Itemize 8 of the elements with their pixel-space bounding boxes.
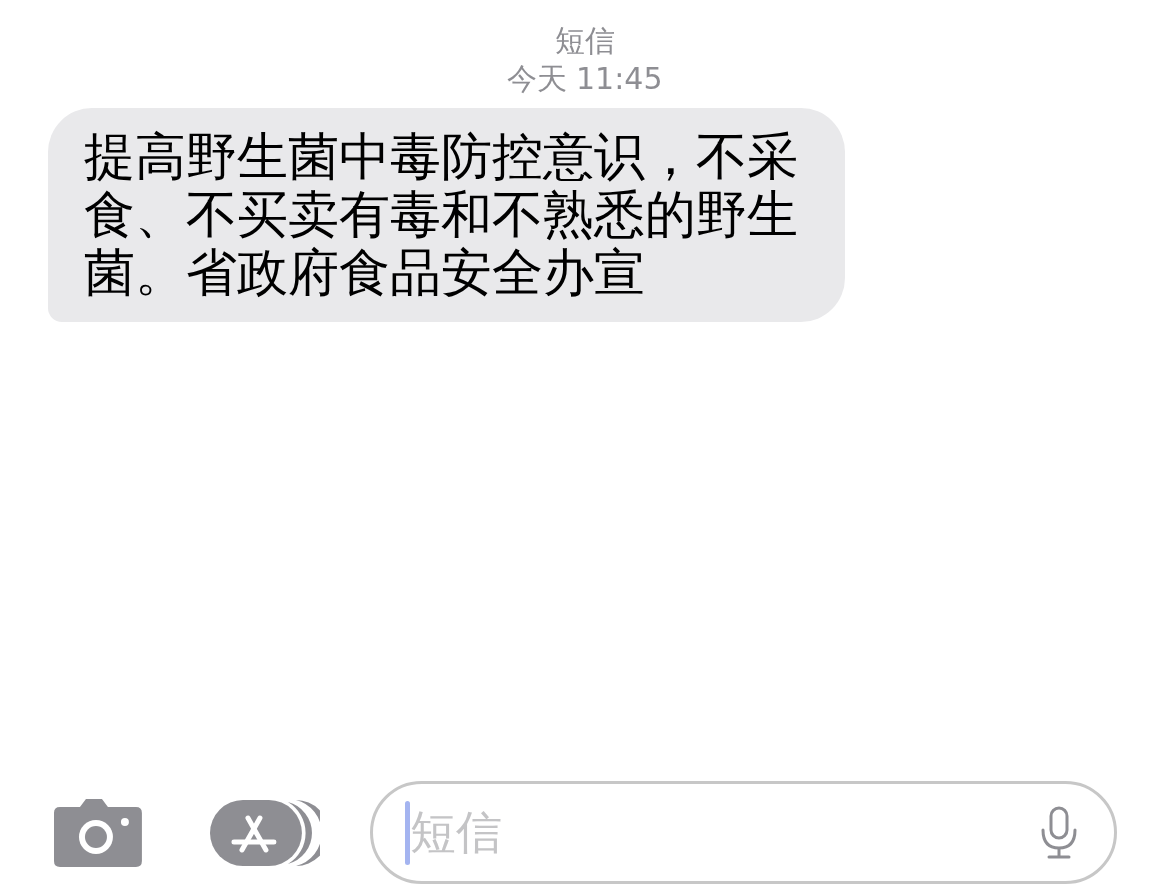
text-cursor [404, 800, 410, 865]
microphone-icon[interactable] [1040, 805, 1078, 860]
camera-icon[interactable] [52, 796, 144, 869]
message-timestamp: 今天 11:45 [506, 60, 663, 98]
message-input[interactable]: 短信 [409, 798, 1040, 867]
conversation-title: 短信 [554, 22, 615, 60]
message-bubble: 提高野生菌中毒防控意识，不采食、不买卖有毒和不熟悉的野生菌。省政府食品安全办宣 [48, 108, 845, 322]
message-input-field[interactable]: 短信 [369, 781, 1117, 884]
